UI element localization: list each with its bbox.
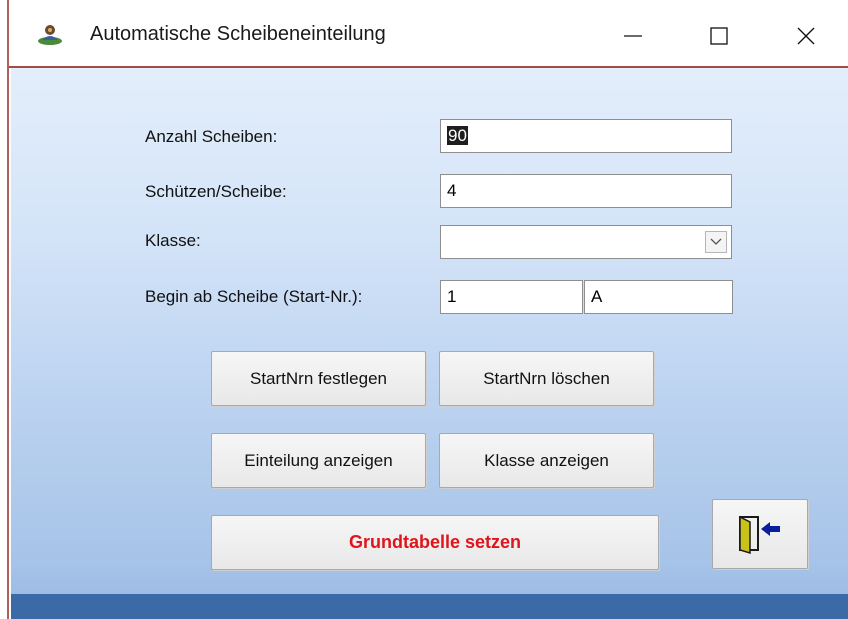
start-nr-letter-input[interactable]: A (584, 280, 733, 314)
einteilung-anzeigen-label: Einteilung anzeigen (244, 450, 393, 470)
schuetzen-scheibe-input[interactable]: 4 (440, 174, 732, 208)
grundtabelle-setzen-label: Grundtabelle setzen (348, 532, 522, 552)
startnrn-festlegen-label: StartNrn festlegen (249, 368, 387, 388)
anzahl-scheiben-input[interactable]: 90 (440, 119, 732, 153)
anzahl-scheiben-label: Anzahl Scheiben: (145, 127, 278, 146)
maximize-button[interactable] (689, 14, 749, 58)
schuetzen-scheibe-label: Schützen/Scheibe: (145, 182, 287, 201)
grundtabelle-setzen-button[interactable]: Grundtabelle setzen (211, 515, 659, 570)
chevron-down-icon (710, 238, 722, 245)
maximize-icon (710, 27, 728, 45)
close-icon (797, 27, 815, 45)
klasse-anzeigen-button[interactable]: Klasse anzeigen (439, 433, 654, 488)
einteilung-anzeigen-button[interactable]: Einteilung anzeigen (211, 433, 426, 488)
window-left-border (0, 0, 9, 619)
exit-door-icon (739, 515, 780, 554)
startnrn-loeschen-label: StartNrn löschen (483, 368, 610, 388)
close-button[interactable] (776, 14, 836, 58)
startnrn-festlegen-button[interactable]: StartNrn festlegen (211, 351, 426, 406)
minimize-button[interactable] (603, 14, 663, 58)
anzahl-scheiben-value: 90 (447, 126, 468, 145)
start-nr-number-input[interactable]: 1 (440, 280, 583, 314)
klasse-dropdown-button[interactable] (705, 231, 727, 253)
klasse-label: Klasse: (145, 231, 201, 250)
bottom-band (11, 594, 848, 619)
start-nr-number-value: 1 (447, 287, 457, 306)
window-title: Automatische Scheibeneinteilung (90, 23, 386, 45)
exit-button[interactable] (712, 499, 808, 569)
klasse-combobox[interactable] (440, 225, 732, 259)
startnrn-loeschen-button[interactable]: StartNrn löschen (439, 351, 654, 406)
start-nr-letter-value: A (591, 287, 603, 306)
minimize-icon (624, 35, 642, 37)
app-icon (38, 25, 62, 45)
title-bar[interactable]: Automatische Scheibeneinteilung (9, 0, 848, 68)
schuetzen-scheibe-value: 4 (447, 181, 457, 200)
klasse-anzeigen-label: Klasse anzeigen (484, 450, 609, 470)
begin-ab-scheibe-label: Begin ab Scheibe (Start-Nr.): (145, 287, 363, 306)
